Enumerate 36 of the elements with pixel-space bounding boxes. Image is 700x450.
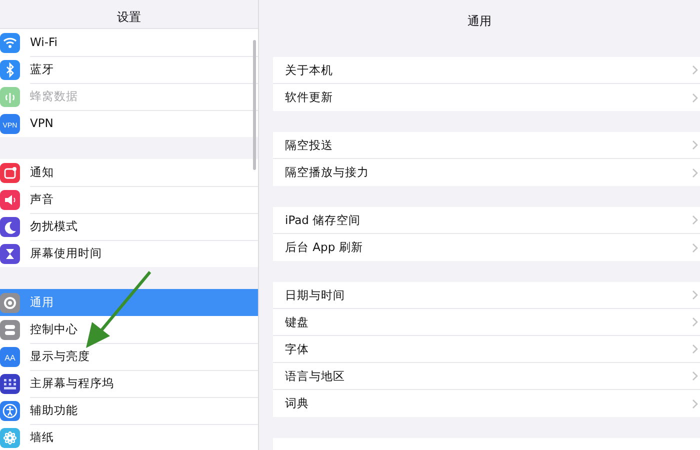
sidebar-item[interactable]: 勿扰模式 xyxy=(0,213,258,240)
sidebar-item[interactable]: 屏幕使用时间 xyxy=(0,240,258,267)
page-title: 通用 xyxy=(468,13,492,30)
sidebar-item[interactable]: 通知 xyxy=(0,159,258,186)
chevron-icon xyxy=(692,65,698,75)
chevron-icon xyxy=(692,371,698,381)
settings-row[interactable]: 词典 xyxy=(273,390,700,417)
chevron-icon xyxy=(692,92,698,102)
sidebar-item[interactable]: AA 显示与亮度 xyxy=(0,343,258,370)
chevron-icon xyxy=(692,317,698,327)
text-size-icon: AA xyxy=(0,346,20,366)
sidebar-item[interactable]: 声音 xyxy=(0,186,258,213)
settings-row[interactable]: 语言与地区 xyxy=(273,363,700,390)
sidebar-item[interactable]: 主屏幕与程序坞 xyxy=(0,370,258,397)
chevron-icon xyxy=(692,398,698,408)
grid-icon xyxy=(0,374,20,394)
settings-row[interactable]: 字体 xyxy=(273,336,700,363)
settings-row[interactable]: 日期与时间 xyxy=(273,282,700,309)
chevron-icon xyxy=(692,290,698,300)
chevron-icon xyxy=(692,215,698,225)
sidebar-item[interactable]: 墙纸 xyxy=(0,424,258,450)
sidebar-item[interactable]: Wi-Fi xyxy=(0,29,258,56)
settings-row[interactable]: iPad 储存空间 xyxy=(273,207,700,234)
settings-row[interactable]: 隔空投送 xyxy=(273,132,700,159)
settings-row[interactable]: 关于本机 xyxy=(273,57,700,84)
gear-icon xyxy=(0,292,20,312)
chevron-icon xyxy=(692,344,698,354)
chevron-icon xyxy=(692,140,698,150)
chevron-icon xyxy=(692,168,698,178)
settings-row[interactable]: 后台 App 刷新 xyxy=(273,234,700,261)
settings-row[interactable]: 软件更新 xyxy=(273,84,700,111)
sidebar-title: 设置 xyxy=(117,9,141,26)
settings-row[interactable]: 隔空播放与接力 xyxy=(273,159,700,186)
sidebar-item[interactable]: 辅助功能 xyxy=(0,397,258,424)
chevron-icon xyxy=(692,242,698,252)
settings-row[interactable]: 键盘 xyxy=(273,309,700,336)
